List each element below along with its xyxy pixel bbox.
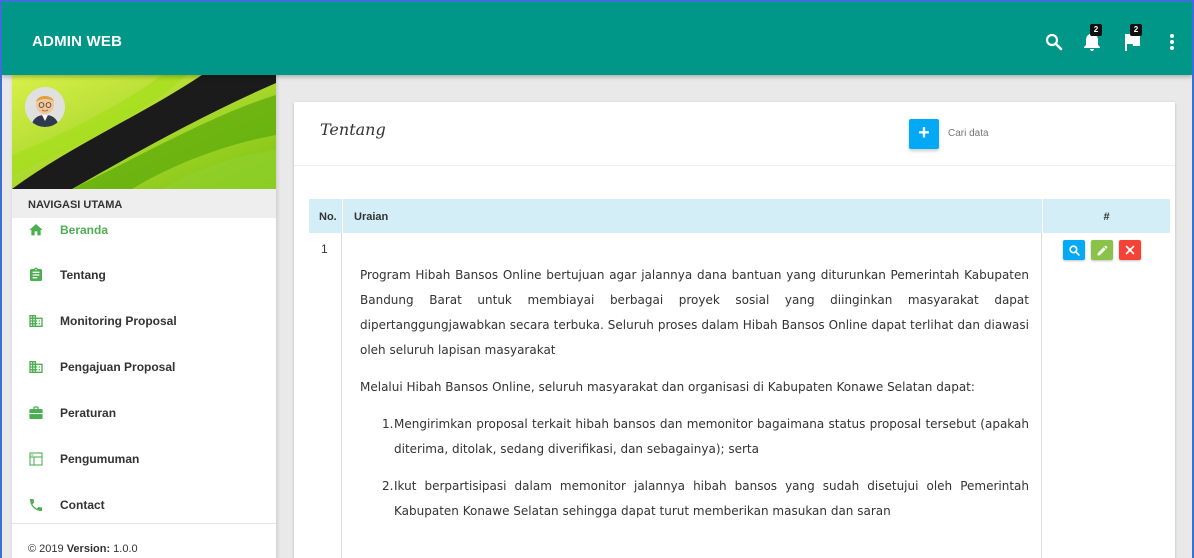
version-label: Version: xyxy=(66,543,111,555)
cell-uraian: Program Hibah Bansos Online bertujuan ag… xyxy=(342,233,1042,558)
column-header-uraian: Uraian xyxy=(342,199,1042,233)
tasks-badge: 2 xyxy=(1130,24,1142,36)
top-navbar: ADMIN WEB 2 2 xyxy=(2,2,1192,75)
notifications-icon[interactable]: 2 xyxy=(1080,24,1104,54)
sidebar-item-contact[interactable]: Contact xyxy=(12,482,276,528)
phone-icon xyxy=(28,497,44,513)
close-icon xyxy=(1125,245,1135,255)
sidebar-item-beranda[interactable]: Beranda xyxy=(12,208,276,252)
sidebar-item-label: Monitoring Proposal xyxy=(60,314,177,328)
sidebar-item-pengumuman[interactable]: Pengumuman xyxy=(12,436,276,482)
sidebar-item-label: Pengajuan Proposal xyxy=(60,360,176,374)
assignment-icon xyxy=(28,267,44,283)
add-button[interactable]: + xyxy=(909,119,939,149)
table-row: 1 Program Hibah Bansos Online bertujuan … xyxy=(309,233,1170,558)
table-header: No. Uraian # xyxy=(309,199,1170,233)
notifications-badge: 2 xyxy=(1090,24,1102,36)
sidebar-footer: © 2019 Version: 1.0.0 xyxy=(12,523,276,555)
divider xyxy=(294,165,1175,166)
sidebar-item-tentang[interactable]: Tentang xyxy=(12,252,276,298)
sidebar-item-label: Tentang xyxy=(60,268,106,282)
data-table: No. Uraian # 1 Program Hibah Bansos Onli… xyxy=(309,199,1170,558)
list: 1. Mengirimkan proposal terkait hibah ba… xyxy=(382,412,1029,524)
list-number: 2. xyxy=(382,479,394,493)
more-vert-icon[interactable] xyxy=(1160,30,1184,54)
business-icon xyxy=(28,313,44,329)
app-window: ADMIN WEB 2 2 NAVIGASI UTAMA Beranda Ten… xyxy=(0,0,1194,558)
paragraph: Program Hibah Bansos Online bertujuan ag… xyxy=(360,268,1029,357)
list-number: 1. xyxy=(382,417,394,431)
edit-button[interactable] xyxy=(1091,240,1113,260)
home-icon xyxy=(28,222,44,238)
content-card: Tentang + No. Uraian # 1 Program Hibah B… xyxy=(294,102,1175,558)
user-info-banner xyxy=(12,75,276,189)
pencil-icon xyxy=(1097,245,1107,255)
sidebar: NAVIGASI UTAMA Beranda Tentang Monitorin… xyxy=(12,75,276,558)
view-button[interactable] xyxy=(1063,240,1085,260)
sidebar-item-label: Beranda xyxy=(60,223,109,237)
brand-title[interactable]: ADMIN WEB xyxy=(32,33,122,50)
dns-icon xyxy=(28,451,44,467)
cell-no: 1 xyxy=(309,233,342,558)
sidebar-item-label: Peraturan xyxy=(60,406,117,420)
column-header-no: No. xyxy=(319,211,337,223)
flag-icon[interactable]: 2 xyxy=(1120,24,1144,54)
sidebar-item-label: Contact xyxy=(60,498,105,512)
sidebar-item-label: Pengumuman xyxy=(60,452,140,466)
sidebar-item-pengajuan-proposal[interactable]: Pengajuan Proposal xyxy=(12,344,276,390)
work-icon xyxy=(28,405,44,421)
avatar[interactable] xyxy=(25,87,65,127)
list-text: Ikut berpartisipasi dalam memonitor jala… xyxy=(394,479,1029,518)
business-icon xyxy=(28,359,44,375)
search-icon xyxy=(1068,244,1080,256)
column-header-actions: # xyxy=(1042,199,1170,233)
sidebar-item-peraturan[interactable]: Peraturan xyxy=(12,390,276,436)
paragraph: Melalui Hibah Bansos Online, seluruh mas… xyxy=(360,380,975,394)
list-text: Mengirimkan proposal terkait hibah banso… xyxy=(394,417,1029,456)
copyright: © 2019 xyxy=(28,543,64,555)
list-item: 1. Mengirimkan proposal terkait hibah ba… xyxy=(382,412,1029,462)
cell-actions xyxy=(1042,233,1170,558)
sidebar-item-monitoring-proposal[interactable]: Monitoring Proposal xyxy=(12,298,276,344)
search-icon[interactable] xyxy=(1042,30,1066,54)
delete-button[interactable] xyxy=(1119,240,1141,260)
version-value: 1.0.0 xyxy=(113,543,138,555)
list-item: 2. Ikut berpartisipasi dalam memonitor j… xyxy=(382,474,1029,524)
page-title: Tentang xyxy=(320,120,386,139)
search-input[interactable] xyxy=(948,121,1148,145)
